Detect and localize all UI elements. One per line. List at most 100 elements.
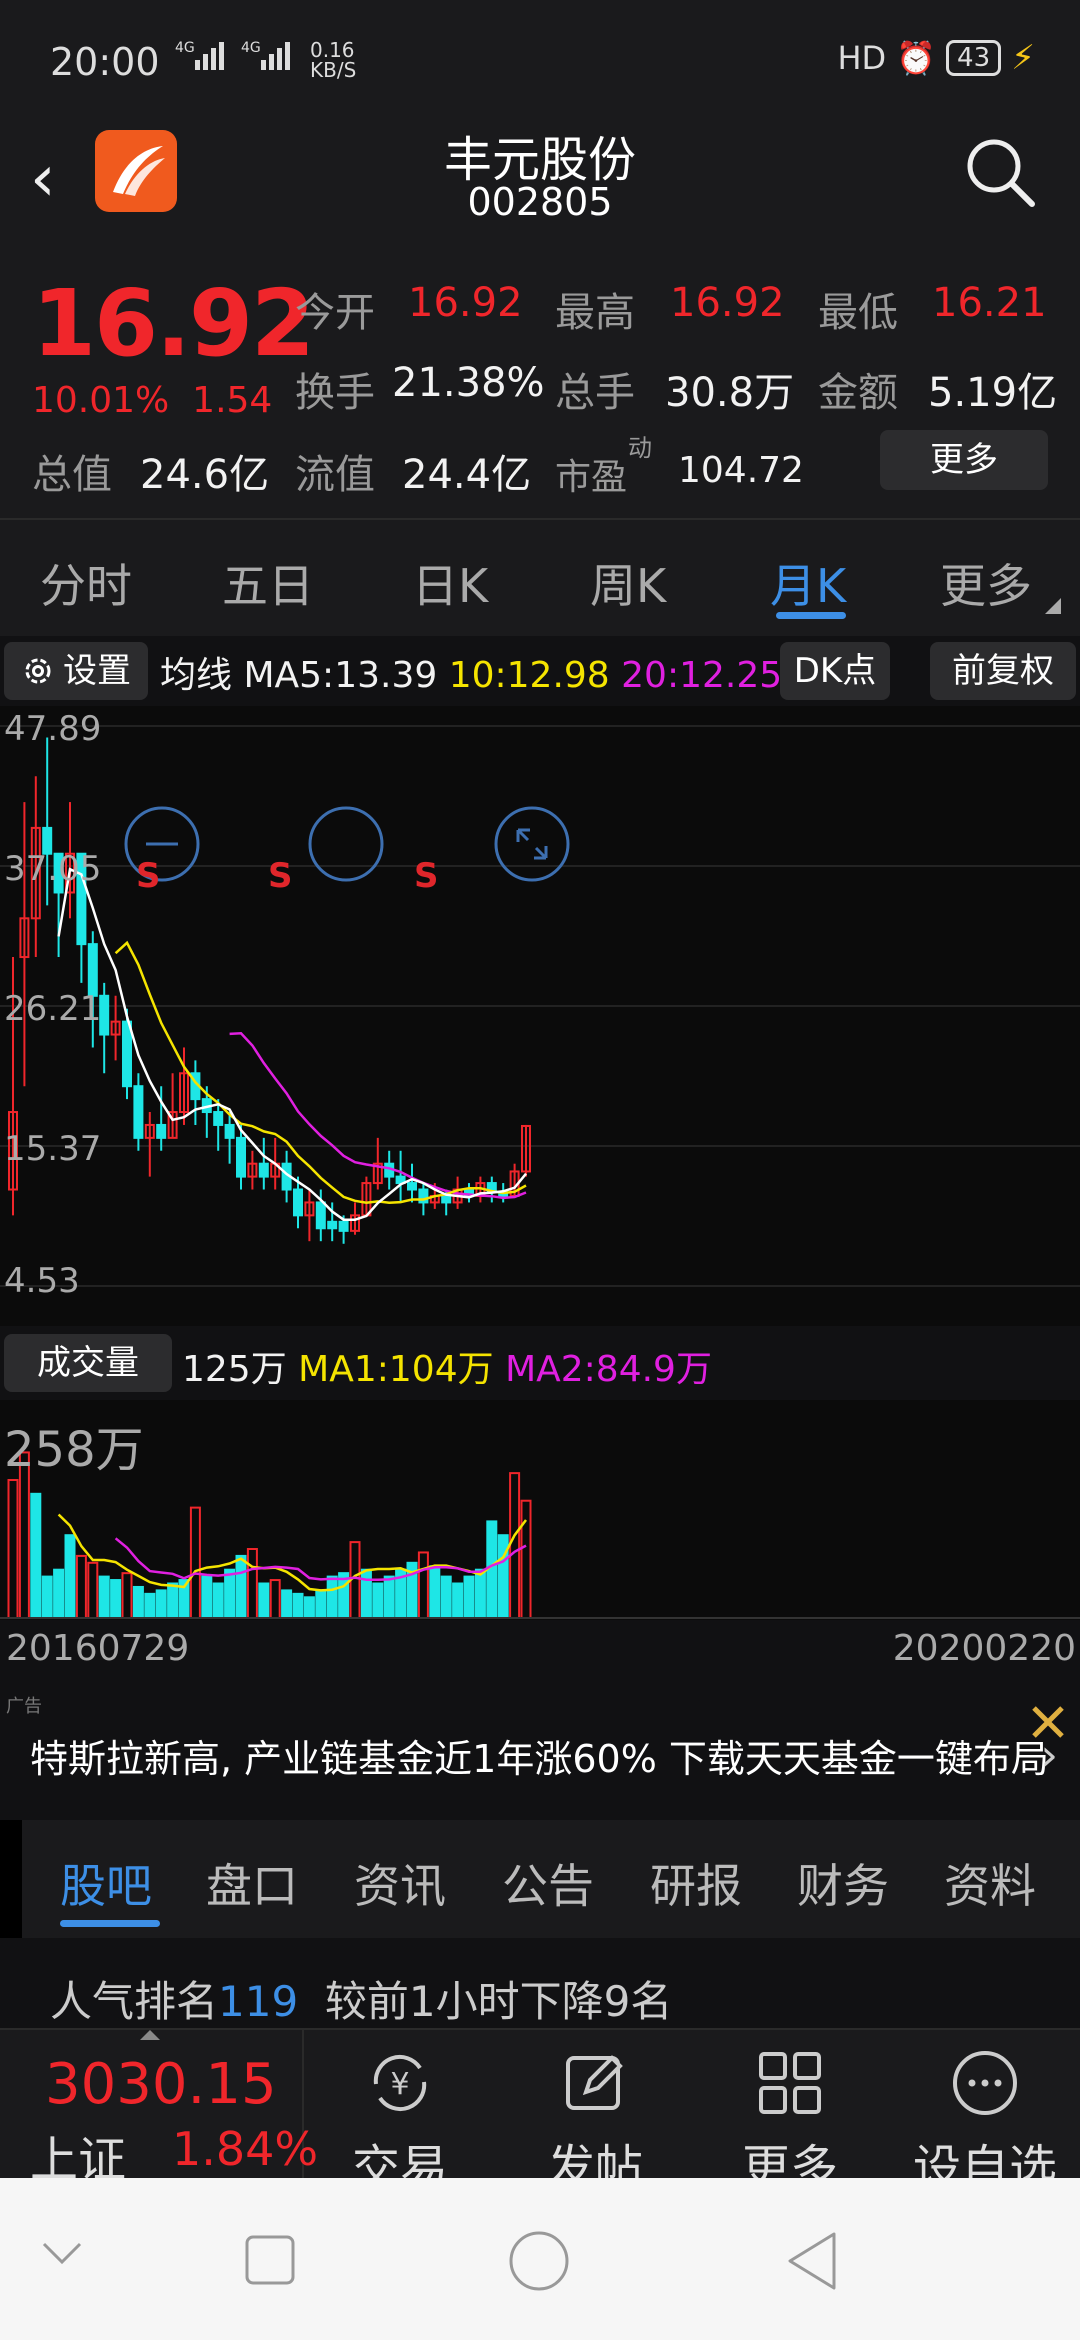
amount-label: 金额 <box>818 370 898 416</box>
volume-bar <box>64 1534 76 1619</box>
mktcap-label: 总值 <box>32 452 112 498</box>
volume-bar <box>486 1520 498 1619</box>
search-icon[interactable] <box>960 132 1040 212</box>
expand-up-icon <box>140 2030 160 2040</box>
dropdown-triangle-icon <box>1045 598 1061 614</box>
volume-max-label: 258万 <box>4 1422 144 1478</box>
info-tabs: 股吧 盘口 资讯 公告 研报 财务 资料 <box>0 1820 1080 1938</box>
post-button[interactable]: 发帖 <box>515 2030 675 2198</box>
quote-panel: 16.92 10.01% 1.54 今开 16.92 最高 16.92 最低 1… <box>0 260 1080 518</box>
tab-profile[interactable]: 资料 <box>944 1850 1036 1916</box>
candle-body <box>258 1162 269 1178</box>
volume-chart[interactable]: 258万 <box>0 1400 1080 1620</box>
adjust-button[interactable]: 前复权 <box>930 642 1076 700</box>
active-tab-indicator <box>776 612 846 619</box>
period-tabs: 分时 五日 日K 周K 月K 更多 <box>0 518 1080 636</box>
sell-marker: S <box>136 856 161 896</box>
nav-hide-icon[interactable] <box>40 2238 84 2268</box>
tab-more[interactable]: 更多 <box>940 550 1032 616</box>
rank-desc: 较前1小时下降9名 <box>324 1977 673 2026</box>
settings-button[interactable]: 设置 <box>4 642 148 700</box>
tab-intraday[interactable]: 分时 <box>40 550 132 616</box>
grid-icon <box>759 2052 821 2114</box>
nav-back-icon[interactable] <box>784 2230 840 2292</box>
candle-body <box>122 1020 132 1088</box>
rank-text: 人气排名119 较前1小时下降9名 <box>50 1968 672 2029</box>
bottom-toolbar: 3030.15 上证 1.84% ¥ 交易 发帖 更多 设自选 <box>0 2028 1080 2196</box>
volume-bar <box>201 1575 213 1619</box>
tab-announcements[interactable]: 公告 <box>502 1850 594 1916</box>
trade-button[interactable]: ¥ 交易 <box>320 2030 480 2198</box>
volume-label: 总手 <box>555 370 635 416</box>
hd-label: HD <box>837 39 887 77</box>
candle-body <box>293 1188 303 1217</box>
more-button[interactable]: 更多 <box>880 430 1048 490</box>
ma20-value: 20:12.25 <box>621 655 780 696</box>
volume-button[interactable]: 成交量 <box>4 1334 172 1392</box>
volume-bar <box>372 1582 384 1619</box>
tab-five-day[interactable]: 五日 <box>222 550 314 616</box>
candle-body <box>156 1123 167 1139</box>
high-label: 最高 <box>555 290 635 336</box>
volume-bar <box>155 1589 167 1620</box>
volume-legend: 125万 MA1:104万 MA2:84.9万 <box>182 1340 712 1392</box>
tab-monthly-k[interactable]: 月K <box>770 550 846 616</box>
mktcap-value: 24.6亿 <box>140 452 270 498</box>
alarm-icon: ⏰ <box>896 39 937 77</box>
candle-body <box>441 1194 452 1204</box>
nav-home-icon[interactable] <box>508 2230 570 2292</box>
vol-ma2: MA2:84.9万 <box>505 1349 712 1390</box>
volume-bar <box>315 1589 327 1620</box>
volume-bar <box>246 1548 258 1619</box>
status-bar: 20:00 4G 4G 0.16 KB/S HD ⏰ 43 ⚡ <box>0 0 1080 120</box>
more-dots-icon <box>953 2051 1017 2115</box>
tab-handicap[interactable]: 盘口 <box>206 1850 298 1916</box>
high-value: 16.92 <box>670 280 785 326</box>
status-time: 20:00 <box>50 40 160 84</box>
price-tick-label: 37.05 <box>4 849 101 889</box>
kline-chart[interactable]: 47.89 37.05 26.21 15.37 4.53 S S S <box>0 706 1080 1326</box>
volume-bar <box>189 1506 201 1619</box>
popularity-rank[interactable]: 人气排名119 较前1小时下降9名 <box>0 1938 1080 2028</box>
candle-body <box>224 1123 235 1139</box>
volume-toolbar: 成交量 125万 MA1:104万 MA2:84.9万 <box>0 1330 1080 1400</box>
sell-marker: S <box>268 856 293 896</box>
candle-body <box>327 1220 338 1230</box>
close-icon[interactable] <box>1026 1700 1070 1744</box>
tab-daily-k[interactable]: 日K <box>412 550 488 616</box>
ad-tag: 广告 <box>6 1696 42 1717</box>
start-date: 20160729 <box>6 1628 190 1669</box>
tab-forum[interactable]: 股吧 <box>60 1850 152 1916</box>
ma5-value: MA5:13.39 <box>243 655 438 696</box>
add-watchlist-button[interactable]: 设自选 <box>905 2030 1065 2198</box>
zoom-in-icon[interactable] <box>306 804 386 884</box>
fullscreen-icon[interactable] <box>492 804 572 884</box>
volume-bar <box>520 1499 532 1619</box>
ma-legend: 均线 MA5:13.39 10:12.98 20:12.25 <box>160 646 780 698</box>
nav-recents-icon[interactable] <box>244 2234 296 2286</box>
tab-finance[interactable]: 财务 <box>797 1850 889 1916</box>
zoom-out-icon[interactable] <box>122 804 202 884</box>
vol-ma1-line <box>57 1513 527 1592</box>
change-value: 1.54 <box>192 380 273 421</box>
ad-text[interactable]: 特斯拉新高, 产业链基金近1年涨60% 下载天天基金一键布局 <box>30 1728 1049 1783</box>
vol-ma2-line <box>114 1537 527 1581</box>
volume-value: 125万 <box>182 1349 287 1390</box>
candle-body <box>133 1085 144 1139</box>
more-nav-button[interactable]: 更多 <box>710 2030 870 2198</box>
rank-label: 人气排名 <box>50 1977 219 2026</box>
tab-research[interactable]: 研报 <box>650 1850 742 1916</box>
dk-button[interactable]: DK点 <box>780 642 890 700</box>
volume-bar <box>41 1575 53 1619</box>
volume-bar <box>269 1579 281 1619</box>
trade-yuan-icon: ¥ <box>373 2054 427 2112</box>
pe-value: 104.72 <box>678 450 804 491</box>
candle-body <box>213 1111 224 1126</box>
tab-weekly-k[interactable]: 周K <box>590 550 666 616</box>
signal-icon: 4G 4G <box>175 40 290 70</box>
volume-bar <box>497 1534 509 1619</box>
volume-bar <box>212 1582 224 1619</box>
ad-banner[interactable]: 广告 特斯拉新高, 产业链基金近1年涨60% 下载天天基金一键布局 › <box>0 1688 1080 1818</box>
tab-news[interactable]: 资讯 <box>354 1850 446 1916</box>
index-ticker[interactable]: 3030.15 上证 1.84% <box>0 2030 318 2188</box>
